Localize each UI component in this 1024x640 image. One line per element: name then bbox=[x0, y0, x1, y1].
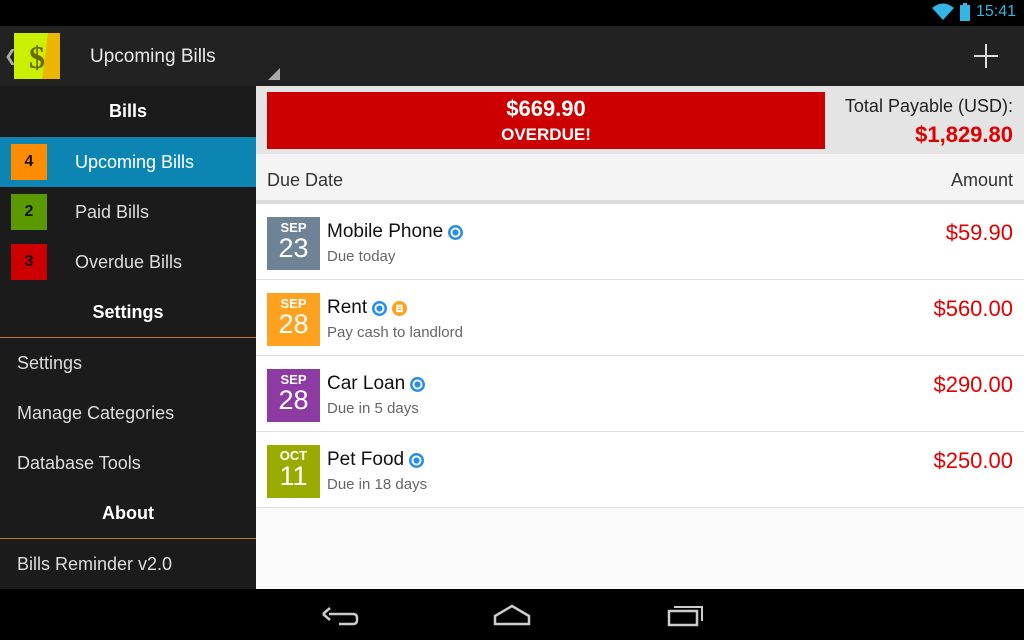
overdue-label: OVERDUE! bbox=[501, 125, 591, 144]
section-header-about: About bbox=[0, 488, 256, 539]
recurring-icon bbox=[410, 376, 426, 392]
bill-amount: $560.00 bbox=[933, 296, 1013, 321]
system-nav-bar bbox=[0, 589, 1024, 640]
date-day: 23 bbox=[278, 233, 309, 263]
sidebar-item-manage-categories[interactable]: Manage Categories bbox=[0, 388, 256, 438]
bill-title: Mobile Phone bbox=[327, 221, 464, 243]
status-bar: 15:41 bbox=[0, 0, 1024, 26]
bill-name: Car Loan bbox=[327, 373, 406, 394]
table-row[interactable]: SEP 23 Mobile Phone Due today $59.90 bbox=[256, 204, 1024, 280]
bill-subtitle: Due in 18 days bbox=[327, 476, 428, 493]
sidebar-item-label: Overdue Bills bbox=[75, 251, 183, 272]
status-indicators: 15:41 bbox=[931, 3, 1016, 21]
app-title[interactable]: Upcoming Bills bbox=[90, 46, 216, 68]
sidebar-item-version[interactable]: Bills Reminder v2.0 bbox=[0, 539, 256, 589]
back-icon[interactable] bbox=[319, 599, 359, 629]
sidebar-item-overdue-bills[interactable]: 3 Overdue Bills bbox=[0, 237, 256, 287]
svg-text:$: $ bbox=[29, 39, 45, 75]
clock: 15:41 bbox=[975, 3, 1016, 20]
count-badge: 2 bbox=[11, 194, 47, 230]
recurring-icon bbox=[409, 452, 425, 468]
bill-name: Mobile Phone bbox=[327, 221, 444, 242]
action-bar: ❮ $ Upcoming Bills bbox=[0, 26, 1024, 86]
note-icon bbox=[392, 300, 408, 316]
total-payable-amount: $1,829.80 bbox=[915, 122, 1013, 147]
count-badge: 4 bbox=[11, 144, 47, 180]
main-content: $669.90 OVERDUE! Total Payable (USD): $1… bbox=[256, 86, 1024, 589]
table-row[interactable]: SEP 28 Car Loan Due in 5 days $290.00 bbox=[256, 356, 1024, 432]
bill-subtitle: Due in 5 days bbox=[327, 400, 419, 417]
bill-name: Rent bbox=[327, 297, 368, 318]
column-header: Due Date Amount bbox=[256, 154, 1024, 204]
recents-icon[interactable] bbox=[665, 599, 705, 629]
plus-icon[interactable] bbox=[968, 38, 1004, 74]
date-badge: SEP 28 bbox=[267, 293, 320, 346]
recurring-icon bbox=[372, 300, 388, 316]
bill-amount: $290.00 bbox=[933, 372, 1013, 397]
date-badge: OCT 11 bbox=[267, 445, 320, 498]
battery-icon bbox=[959, 3, 970, 21]
sidebar-item-database-tools[interactable]: Database Tools bbox=[0, 438, 256, 488]
dropdown-indicator-icon bbox=[268, 68, 280, 80]
navigation-drawer: Bills 4 Upcoming Bills 2 Paid Bills 3 Ov… bbox=[0, 86, 256, 589]
table-row[interactable]: OCT 11 Pet Food Due in 18 days $250.00 bbox=[256, 432, 1024, 508]
recurring-icon bbox=[448, 224, 464, 240]
date-badge: SEP 23 bbox=[267, 217, 320, 270]
bill-subtitle: Pay cash to landlord bbox=[327, 324, 463, 341]
table-row[interactable]: SEP 28 Rent Pay cash to landlord $560.00 bbox=[256, 280, 1024, 356]
date-day: 28 bbox=[278, 385, 309, 415]
sidebar-item-upcoming-bills[interactable]: 4 Upcoming Bills bbox=[0, 137, 256, 187]
bill-list: SEP 23 Mobile Phone Due today $59.90 SEP… bbox=[256, 204, 1024, 508]
bill-title: Pet Food bbox=[327, 449, 425, 471]
wifi-icon bbox=[931, 3, 954, 20]
column-amount[interactable]: Amount bbox=[951, 170, 1013, 191]
count-badge: 3 bbox=[11, 244, 47, 280]
bill-subtitle: Due today bbox=[327, 248, 396, 265]
date-day: 28 bbox=[278, 309, 309, 339]
date-badge: SEP 28 bbox=[267, 369, 320, 422]
overdue-summary[interactable]: $669.90 OVERDUE! bbox=[267, 92, 825, 149]
sidebar-item-label: Paid Bills bbox=[75, 201, 150, 222]
sidebar-item-label: Upcoming Bills bbox=[75, 151, 195, 172]
total-payable-label: Total Payable (USD): bbox=[844, 96, 1013, 116]
section-header-bills: Bills bbox=[108, 101, 147, 121]
bill-name: Pet Food bbox=[327, 449, 405, 470]
bill-title: Rent bbox=[327, 297, 408, 319]
section-header-settings: Settings bbox=[0, 287, 256, 338]
summary-bar: $669.90 OVERDUE! Total Payable (USD): $1… bbox=[256, 86, 1024, 154]
date-day: 11 bbox=[279, 461, 308, 491]
dollar-icon[interactable]: $ bbox=[14, 33, 60, 79]
column-due-date[interactable]: Due Date bbox=[267, 170, 343, 191]
home-icon[interactable] bbox=[492, 599, 532, 629]
bill-amount: $250.00 bbox=[933, 448, 1013, 473]
sidebar-item-settings[interactable]: Settings bbox=[0, 338, 256, 388]
bill-amount: $59.90 bbox=[945, 220, 1013, 245]
sidebar-item-paid-bills[interactable]: 2 Paid Bills bbox=[0, 187, 256, 237]
overdue-amount: $669.90 bbox=[506, 96, 586, 121]
bill-title: Car Loan bbox=[327, 373, 426, 395]
